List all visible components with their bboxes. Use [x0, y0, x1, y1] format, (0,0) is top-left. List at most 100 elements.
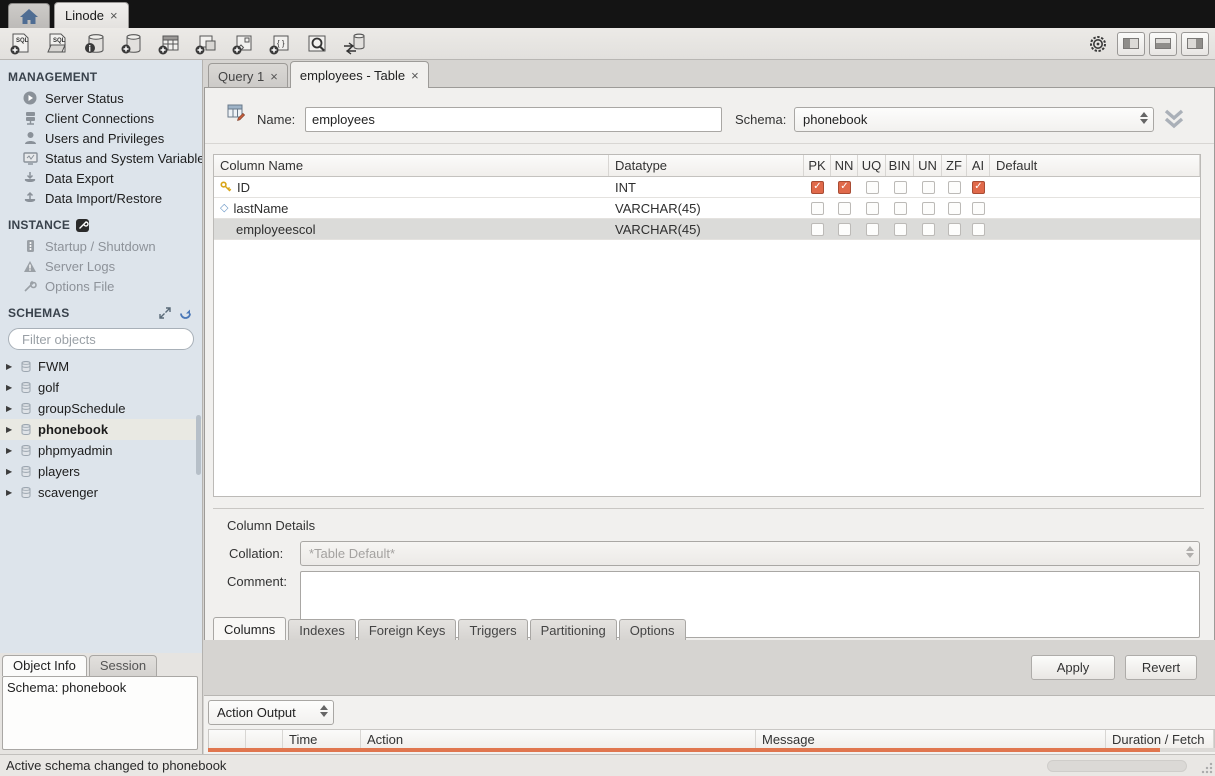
flag-checkbox-un[interactable]	[922, 181, 935, 194]
home-tab[interactable]	[8, 3, 50, 28]
schema-select[interactable]: phonebook	[794, 107, 1154, 132]
tab-indexes[interactable]: Indexes	[288, 619, 356, 640]
flag-checkbox-nn[interactable]	[838, 223, 851, 236]
new-sql-tab-icon[interactable]: SQL	[6, 31, 36, 57]
search-table-data-icon[interactable]	[302, 31, 332, 57]
close-icon[interactable]: ×	[411, 68, 419, 83]
tab-options[interactable]: Options	[619, 619, 686, 640]
output-col-header[interactable]: Time	[283, 730, 361, 748]
flag-checkbox-bin[interactable]	[894, 223, 907, 236]
flag-checkbox-bin[interactable]	[894, 202, 907, 215]
col-header[interactable]: AI	[967, 155, 990, 176]
expander-icon[interactable]: ▶	[6, 468, 14, 476]
flag-checkbox-nn[interactable]	[838, 181, 851, 194]
table-row[interactable]: ◇ lastName VARCHAR(45)	[214, 198, 1200, 219]
collapse-header-chevrons-icon[interactable]	[1162, 108, 1186, 133]
output-col-header[interactable]	[209, 730, 246, 748]
col-header[interactable]: Column Name	[214, 155, 609, 176]
table-row[interactable]: ID INT	[214, 177, 1200, 198]
sidebar-item-data-import[interactable]: Data Import/Restore	[0, 188, 202, 208]
schema-tree-item-golf[interactable]: ▶ golf	[0, 377, 202, 398]
flag-checkbox-uq[interactable]	[866, 223, 879, 236]
expander-icon[interactable]: ▶	[6, 405, 14, 413]
revert-button[interactable]: Revert	[1125, 655, 1197, 680]
output-col-header[interactable]: Duration / Fetch	[1106, 730, 1214, 748]
sidebar-item-client-connections[interactable]: Client Connections	[0, 108, 202, 128]
flag-checkbox-uq[interactable]	[866, 181, 879, 194]
preferences-gear-icon[interactable]	[1083, 31, 1113, 57]
flag-checkbox-pk[interactable]	[811, 202, 824, 215]
output-col-header[interactable]: Action	[361, 730, 756, 748]
col-header[interactable]: UN	[914, 155, 942, 176]
col-header[interactable]: ZF	[942, 155, 967, 176]
flag-checkbox-ai[interactable]	[972, 202, 985, 215]
col-header[interactable]: BIN	[886, 155, 914, 176]
close-icon[interactable]: ×	[110, 8, 118, 23]
tab-triggers[interactable]: Triggers	[458, 619, 527, 640]
flag-checkbox-ai[interactable]	[972, 181, 985, 194]
sidebar-item-users-privileges[interactable]: Users and Privileges	[0, 128, 202, 148]
sidebar-item-data-export[interactable]: Data Export	[0, 168, 202, 188]
table-name-input[interactable]	[305, 107, 722, 132]
create-function-icon[interactable]: { }	[265, 31, 295, 57]
flag-checkbox-pk[interactable]	[811, 223, 824, 236]
schema-tree-item-groupschedule[interactable]: ▶ groupSchedule	[0, 398, 202, 419]
expander-icon[interactable]: ▶	[6, 384, 14, 392]
expander-icon[interactable]: ▶	[6, 426, 14, 434]
expand-schemas-icon[interactable]	[159, 307, 171, 319]
col-header[interactable]: UQ	[858, 155, 886, 176]
tab-foreign-keys[interactable]: Foreign Keys	[358, 619, 457, 640]
create-schema-icon[interactable]	[117, 31, 147, 57]
table-row[interactable]: employeescol VARCHAR(45)	[214, 219, 1200, 240]
sidebar-scrollbar[interactable]	[196, 360, 201, 520]
sidebar-item-status-system-variables[interactable]: Status and System Variables	[0, 148, 202, 168]
sidebar-item-options-file[interactable]: Options File	[0, 276, 202, 296]
col-header[interactable]: NN	[831, 155, 858, 176]
connection-tab[interactable]: Linode ×	[54, 2, 129, 28]
flag-checkbox-bin[interactable]	[894, 181, 907, 194]
reconnect-dbms-icon[interactable]	[339, 31, 369, 57]
sidebar-item-startup-shutdown[interactable]: Startup / Shutdown	[0, 236, 202, 256]
flag-checkbox-un[interactable]	[922, 223, 935, 236]
schema-tree-item-players[interactable]: ▶ players	[0, 461, 202, 482]
tab-session[interactable]: Session	[89, 655, 157, 676]
create-procedure-icon[interactable]	[228, 31, 258, 57]
tab-object-info[interactable]: Object Info	[2, 655, 87, 676]
schema-tree-item-scavenger[interactable]: ▶ scavenger	[0, 482, 202, 503]
create-table-icon[interactable]	[154, 31, 184, 57]
flag-checkbox-zf[interactable]	[948, 181, 961, 194]
schema-filter-input[interactable]	[22, 332, 198, 347]
tab-query-1[interactable]: Query 1 ×	[208, 63, 288, 88]
expander-icon[interactable]: ▶	[6, 447, 14, 455]
col-header[interactable]: PK	[804, 155, 831, 176]
flag-checkbox-un[interactable]	[922, 202, 935, 215]
create-view-icon[interactable]	[191, 31, 221, 57]
open-sql-script-icon[interactable]: SQL	[43, 31, 73, 57]
output-type-select[interactable]: Action Output	[208, 700, 334, 725]
flag-checkbox-pk[interactable]	[811, 181, 824, 194]
horizontal-scrollbar[interactable]	[208, 748, 1160, 752]
schema-inspector-icon[interactable]: i	[80, 31, 110, 57]
col-header[interactable]: Datatype	[609, 155, 804, 176]
flag-checkbox-ai[interactable]	[972, 223, 985, 236]
flag-checkbox-zf[interactable]	[948, 202, 961, 215]
collation-select[interactable]: *Table Default*	[300, 541, 1200, 566]
toggle-left-panel-button[interactable]	[1117, 32, 1145, 56]
resize-grip[interactable]	[1201, 762, 1213, 774]
tab-partitioning[interactable]: Partitioning	[530, 619, 617, 640]
output-col-header[interactable]: Message	[756, 730, 1106, 748]
schema-tree-item-phonebook[interactable]: ▶ phonebook	[0, 419, 202, 440]
tab-columns[interactable]: Columns	[213, 617, 286, 640]
apply-button[interactable]: Apply	[1031, 655, 1115, 680]
flag-checkbox-zf[interactable]	[948, 223, 961, 236]
sidebar-item-server-logs[interactable]: Server Logs	[0, 256, 202, 276]
close-icon[interactable]: ×	[270, 69, 278, 84]
schema-tree-item-phpmyadmin[interactable]: ▶ phpmyadmin	[0, 440, 202, 461]
output-col-header[interactable]	[246, 730, 283, 748]
schema-tree-item-fwm[interactable]: ▶ FWM	[0, 356, 202, 377]
tab-employees-table[interactable]: employees - Table ×	[290, 61, 429, 88]
refresh-schemas-icon[interactable]	[179, 307, 192, 320]
sidebar-item-server-status[interactable]: Server Status	[0, 88, 202, 108]
flag-checkbox-uq[interactable]	[866, 202, 879, 215]
col-header[interactable]: Default	[990, 155, 1200, 176]
